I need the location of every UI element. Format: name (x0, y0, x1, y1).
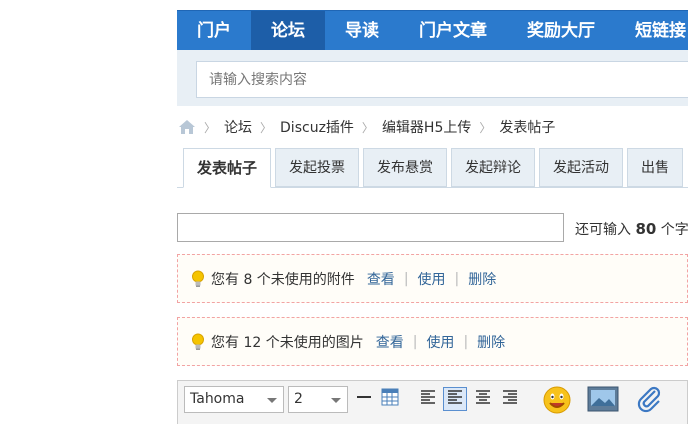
horizontal-rule-button[interactable] (352, 387, 376, 411)
table-button[interactable] (378, 387, 402, 411)
table-icon (381, 388, 399, 410)
use-attachments-link[interactable]: 使用 (418, 269, 446, 289)
lightbulb-icon (191, 333, 205, 351)
breadcrumb-forum[interactable]: 论坛 (224, 117, 252, 137)
divider: | (412, 333, 418, 350)
tab-reward[interactable]: 发布悬赏 (363, 148, 448, 187)
align-left-button[interactable] (416, 387, 440, 411)
unused-attachments-notice: 您有 8 个未使用的附件 查看 | 使用 | 删除 (177, 254, 688, 303)
tab-debate[interactable]: 发起辩论 (451, 148, 536, 187)
title-char-hint: 还可输入 80 个字符 (575, 220, 688, 238)
remaining-char-count: 80 (635, 220, 657, 238)
align-justify-icon (447, 389, 463, 409)
align-right-button[interactable] (498, 387, 522, 411)
align-left-icon (420, 389, 436, 409)
view-attachments-link[interactable]: 查看 (367, 269, 395, 289)
chevron-right-icon: 〉 (479, 120, 492, 135)
chevron-right-icon: 〉 (260, 120, 273, 135)
chevron-down-icon (331, 398, 341, 403)
image-icon (587, 386, 619, 416)
notice-text: 您有 8 个未使用的附件 (211, 271, 355, 288)
tab-new-thread[interactable]: 发表帖子 (183, 148, 272, 188)
search-strip (177, 50, 688, 106)
title-input[interactable] (177, 213, 564, 242)
font-family-select[interactable]: Tahoma (184, 386, 284, 413)
nav-item-portal-articles[interactable]: 门户文章 (399, 11, 507, 50)
breadcrumb-current: 发表帖子 (499, 120, 556, 136)
editor-toolbar: Tahoma 2 (177, 380, 688, 424)
smiley-button[interactable] (540, 385, 574, 419)
nav-item-short-link[interactable]: 短链接 (615, 11, 688, 50)
view-images-link[interactable]: 查看 (376, 332, 404, 352)
unused-images-notice: 您有 12 个未使用的图片 查看 | 使用 | 删除 (177, 317, 688, 366)
divider: | (403, 270, 409, 287)
align-right-icon (502, 389, 518, 409)
nav-item-guide[interactable]: 导读 (325, 11, 399, 50)
attachment-button[interactable] (634, 386, 664, 416)
nav-item-portal[interactable]: 门户 (177, 11, 251, 50)
align-center-button[interactable] (471, 387, 495, 411)
divider: | (463, 333, 469, 350)
chevron-right-icon: 〉 (361, 120, 374, 135)
use-images-link[interactable]: 使用 (426, 332, 454, 352)
nav-item-reward-hall[interactable]: 奖励大厅 (507, 11, 615, 50)
breadcrumb-discuz-plugin[interactable]: Discuz插件 (280, 117, 354, 137)
insert-image-button[interactable] (586, 386, 620, 416)
chevron-down-icon (267, 398, 277, 403)
breadcrumb: 〉 论坛 〉 Discuz插件 〉 编辑器H5上传 〉 发表帖子 (178, 116, 555, 138)
nav-item-forum[interactable]: 论坛 (251, 11, 325, 50)
chevron-right-icon: 〉 (204, 120, 217, 135)
home-icon[interactable] (178, 119, 196, 135)
lightbulb-icon (191, 270, 205, 288)
tab-poll[interactable]: 发起投票 (275, 148, 360, 187)
smiley-icon (542, 385, 572, 419)
delete-attachments-link[interactable]: 删除 (468, 269, 496, 289)
paperclip-icon (635, 385, 663, 417)
breadcrumb-editor-h5-upload[interactable]: 编辑器H5上传 (382, 117, 471, 137)
search-input[interactable] (196, 61, 688, 98)
top-nav: 门户 论坛 导读 门户文章 奖励大厅 短链接 (177, 10, 688, 50)
tab-activity[interactable]: 发起活动 (539, 148, 624, 187)
tab-trade[interactable]: 出售 (627, 148, 684, 187)
horizontal-rule-icon (356, 389, 372, 409)
align-left-justify-button[interactable] (443, 387, 467, 411)
notice-text: 您有 12 个未使用的图片 (211, 334, 364, 351)
post-type-tabs: 发表帖子 发起投票 发布悬赏 发起辩论 发起活动 出售 (183, 148, 687, 188)
font-size-select[interactable]: 2 (288, 386, 348, 413)
align-center-icon (475, 389, 491, 409)
delete-images-link[interactable]: 删除 (477, 332, 505, 352)
divider: | (454, 270, 460, 287)
